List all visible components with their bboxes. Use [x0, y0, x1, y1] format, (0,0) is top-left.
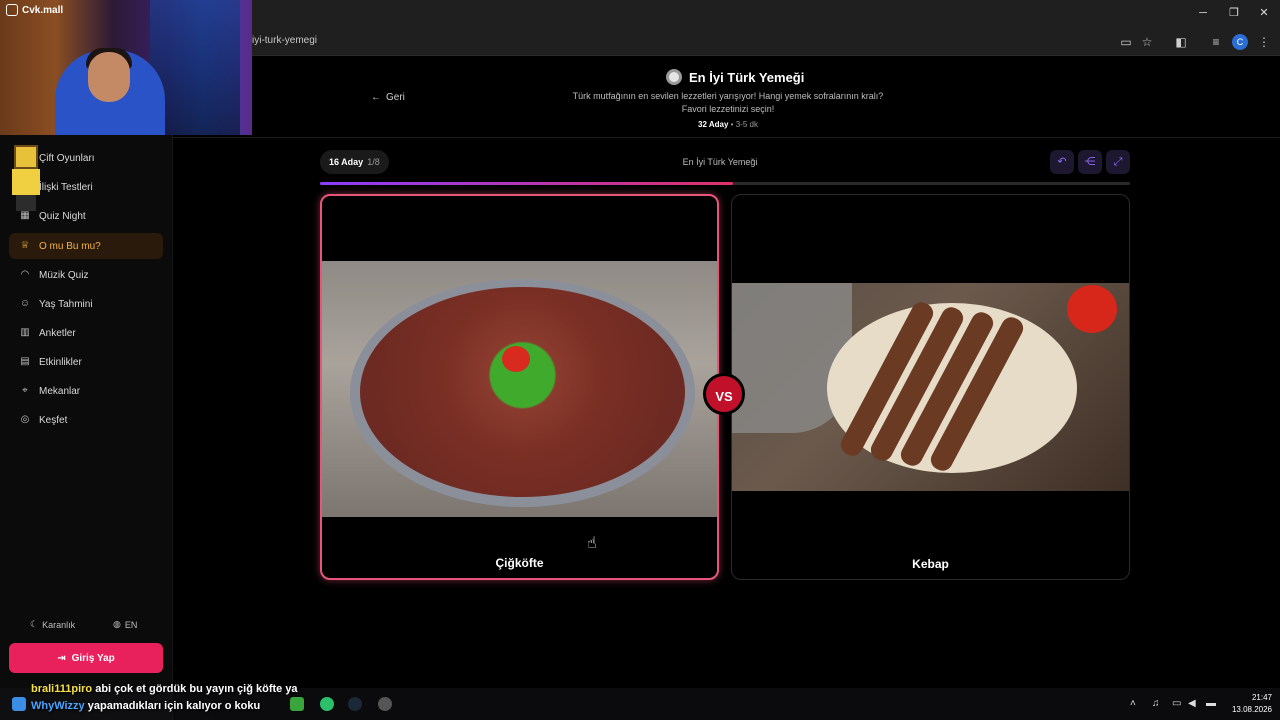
chat-username: WhyWizzy [31, 700, 85, 712]
minecraft-avatar-overlay [4, 145, 44, 215]
page-meta: 32 Aday • 3-5 dk [500, 120, 956, 129]
moon-icon: ☾ [30, 619, 39, 629]
chat-username: brali111piro [31, 683, 93, 695]
sidebar-item-label: Keşfet [39, 414, 68, 426]
fullscreen-button[interactable]: ⤢ [1106, 150, 1130, 174]
chat-message: WhyWizzy yapamadıkları için kalıyor o ko… [31, 700, 260, 712]
chat-text: yapamadıkları için kalıyor o koku [87, 700, 261, 712]
volume-icon[interactable]: ◀ [1188, 698, 1196, 709]
meta-separator: • [730, 120, 734, 129]
media-icon[interactable]: ≡ [1208, 34, 1224, 50]
sidebar-item-label: Etkinlikler [39, 356, 82, 368]
candidate-name-left: Çiğköfte [495, 556, 544, 570]
sidebar-item-label: İlişki Testleri [39, 181, 93, 193]
calendar-icon: ▤ [20, 356, 30, 367]
bar-chart-icon: ▥ [20, 327, 30, 338]
sidebar-item-label: Yaş Tahmini [39, 298, 93, 310]
steam-taskbar-icon[interactable] [348, 697, 362, 711]
globe-icon: ◍ [113, 619, 121, 629]
instagram-icon [6, 4, 18, 16]
back-button[interactable]: ← Geri [371, 92, 405, 103]
theme-toggle[interactable]: ☾ Karanlık [30, 619, 75, 630]
trophy-icon: ♕ [20, 240, 30, 251]
clock-time: 21:47 [1251, 693, 1272, 702]
share-icon: ⋲ [1084, 156, 1096, 168]
menu-kebab-icon[interactable]: ⋮ [1256, 34, 1272, 50]
sidebar-item-label: Quiz Night [39, 210, 86, 222]
sidebar-item-5[interactable]: ◠ Müzik Quiz [9, 262, 163, 288]
app-taskbar-icon[interactable] [320, 697, 334, 711]
plate-icon [666, 69, 682, 85]
close-icon[interactable]: ✕ [1254, 5, 1274, 21]
settings-taskbar-icon[interactable] [378, 697, 392, 711]
candidate-card-left[interactable]: Çiğköfte [320, 194, 719, 580]
chat-message: brali111piro abi çok et gördük bu yayın … [31, 683, 298, 695]
page-subtitle-line2: Favori lezzetinizi seçin! [681, 104, 775, 114]
sidebar-item-10[interactable]: ◎ Keşfet [9, 407, 163, 433]
language-label: EN [124, 619, 138, 630]
page-title-text: En İyi Türk Yemeği [689, 69, 805, 85]
tray-chevron-icon[interactable]: ˄ [1130, 698, 1136, 709]
sidebar-item-label: Anketler [39, 327, 76, 339]
language-toggle[interactable]: ◍ EN [113, 619, 137, 630]
headphones-icon: ◠ [20, 269, 30, 280]
theme-label: Karanlık [42, 619, 76, 630]
login-button[interactable]: ⇥ Giriş Yap [9, 643, 163, 673]
webcam-overlay [0, 0, 252, 135]
sidebar-item-label: Çift Oyunları [39, 152, 95, 164]
tournament-title: En İyi Türk Yemeği [682, 157, 758, 167]
mouse-cursor-icon: ☝ [587, 535, 597, 552]
url-text[interactable]: iyi-turk-yemegi [252, 35, 317, 46]
progress-fill [320, 182, 734, 185]
sidebar-item-label: Müzik Quiz [39, 269, 89, 281]
page-subtitle-line1: Türk mutfağının en sevilen lezzetleri ya… [572, 91, 884, 101]
map-pin-icon: ⌖ [22, 385, 28, 396]
sidebar-item-8[interactable]: ▤ Etkinlikler [9, 349, 163, 375]
login-icon: ⇥ [57, 652, 66, 664]
streamer-tag: Cvk.mall [6, 4, 63, 16]
undo-icon: ↶ [1057, 156, 1067, 168]
clock-date: 13.08.2026 [1231, 705, 1272, 714]
cigkofte-image [322, 261, 717, 517]
kebap-image [732, 283, 1129, 491]
candidate-name-right: Kebap [912, 557, 949, 571]
windows-start-icon[interactable] [12, 697, 26, 711]
minimize-icon[interactable]: ─ [1193, 5, 1213, 21]
undo-button[interactable]: ↶ [1050, 150, 1074, 174]
compass-icon: ◎ [20, 414, 30, 425]
extensions-icon[interactable]: ◧ [1173, 34, 1189, 50]
sidebar-item-4[interactable]: ♕ O mu Bu mu? [9, 233, 163, 259]
network-icon[interactable]: ▭ [1172, 698, 1181, 709]
back-label: Geri [386, 92, 405, 103]
sidebar-item-7[interactable]: ▥ Anketler [9, 320, 163, 346]
battery-icon[interactable]: ▬ [1206, 698, 1216, 709]
user-icon: ☺ [19, 298, 31, 309]
candidates-count: 32 Aday [698, 120, 729, 129]
sidebar-item-6[interactable]: ☺ Yaş Tahmini [9, 291, 163, 317]
sidebar-item-label: Mekanlar [39, 385, 81, 397]
microphone-icon[interactable]: ♫ [1152, 698, 1160, 709]
round-label: 16 Aday [329, 157, 364, 167]
share-button[interactable]: ⋲ [1078, 150, 1102, 174]
restore-icon[interactable]: ❐ [1224, 5, 1244, 21]
cast-icon[interactable]: ▭ [1118, 34, 1134, 50]
arrow-left-icon: ← [371, 92, 381, 103]
round-badge: 16 Aday 1/8 [320, 150, 389, 174]
round-progress-text: 1/8 [367, 157, 380, 167]
login-label: Giriş Yap [71, 652, 115, 664]
vs-badge: VS [703, 373, 745, 415]
chat-text: abi çok et gördük bu yayın çiğ köfte ya [95, 683, 298, 695]
minecraft-taskbar-icon[interactable] [290, 697, 304, 711]
duration: 3-5 dk [735, 120, 758, 129]
star-icon[interactable]: ☆ [1139, 34, 1155, 50]
profile-avatar[interactable]: C [1232, 34, 1248, 50]
page-title: En İyi Türk Yemeği [666, 69, 804, 85]
streamer-handle: Cvk.mall [22, 4, 64, 16]
sidebar-item-9[interactable]: ⌖ Mekanlar [9, 378, 163, 404]
sidebar-item-label: O mu Bu mu? [39, 240, 101, 252]
fullscreen-icon: ⤢ [1113, 156, 1123, 168]
candidate-card-right[interactable]: Kebap [731, 194, 1130, 580]
